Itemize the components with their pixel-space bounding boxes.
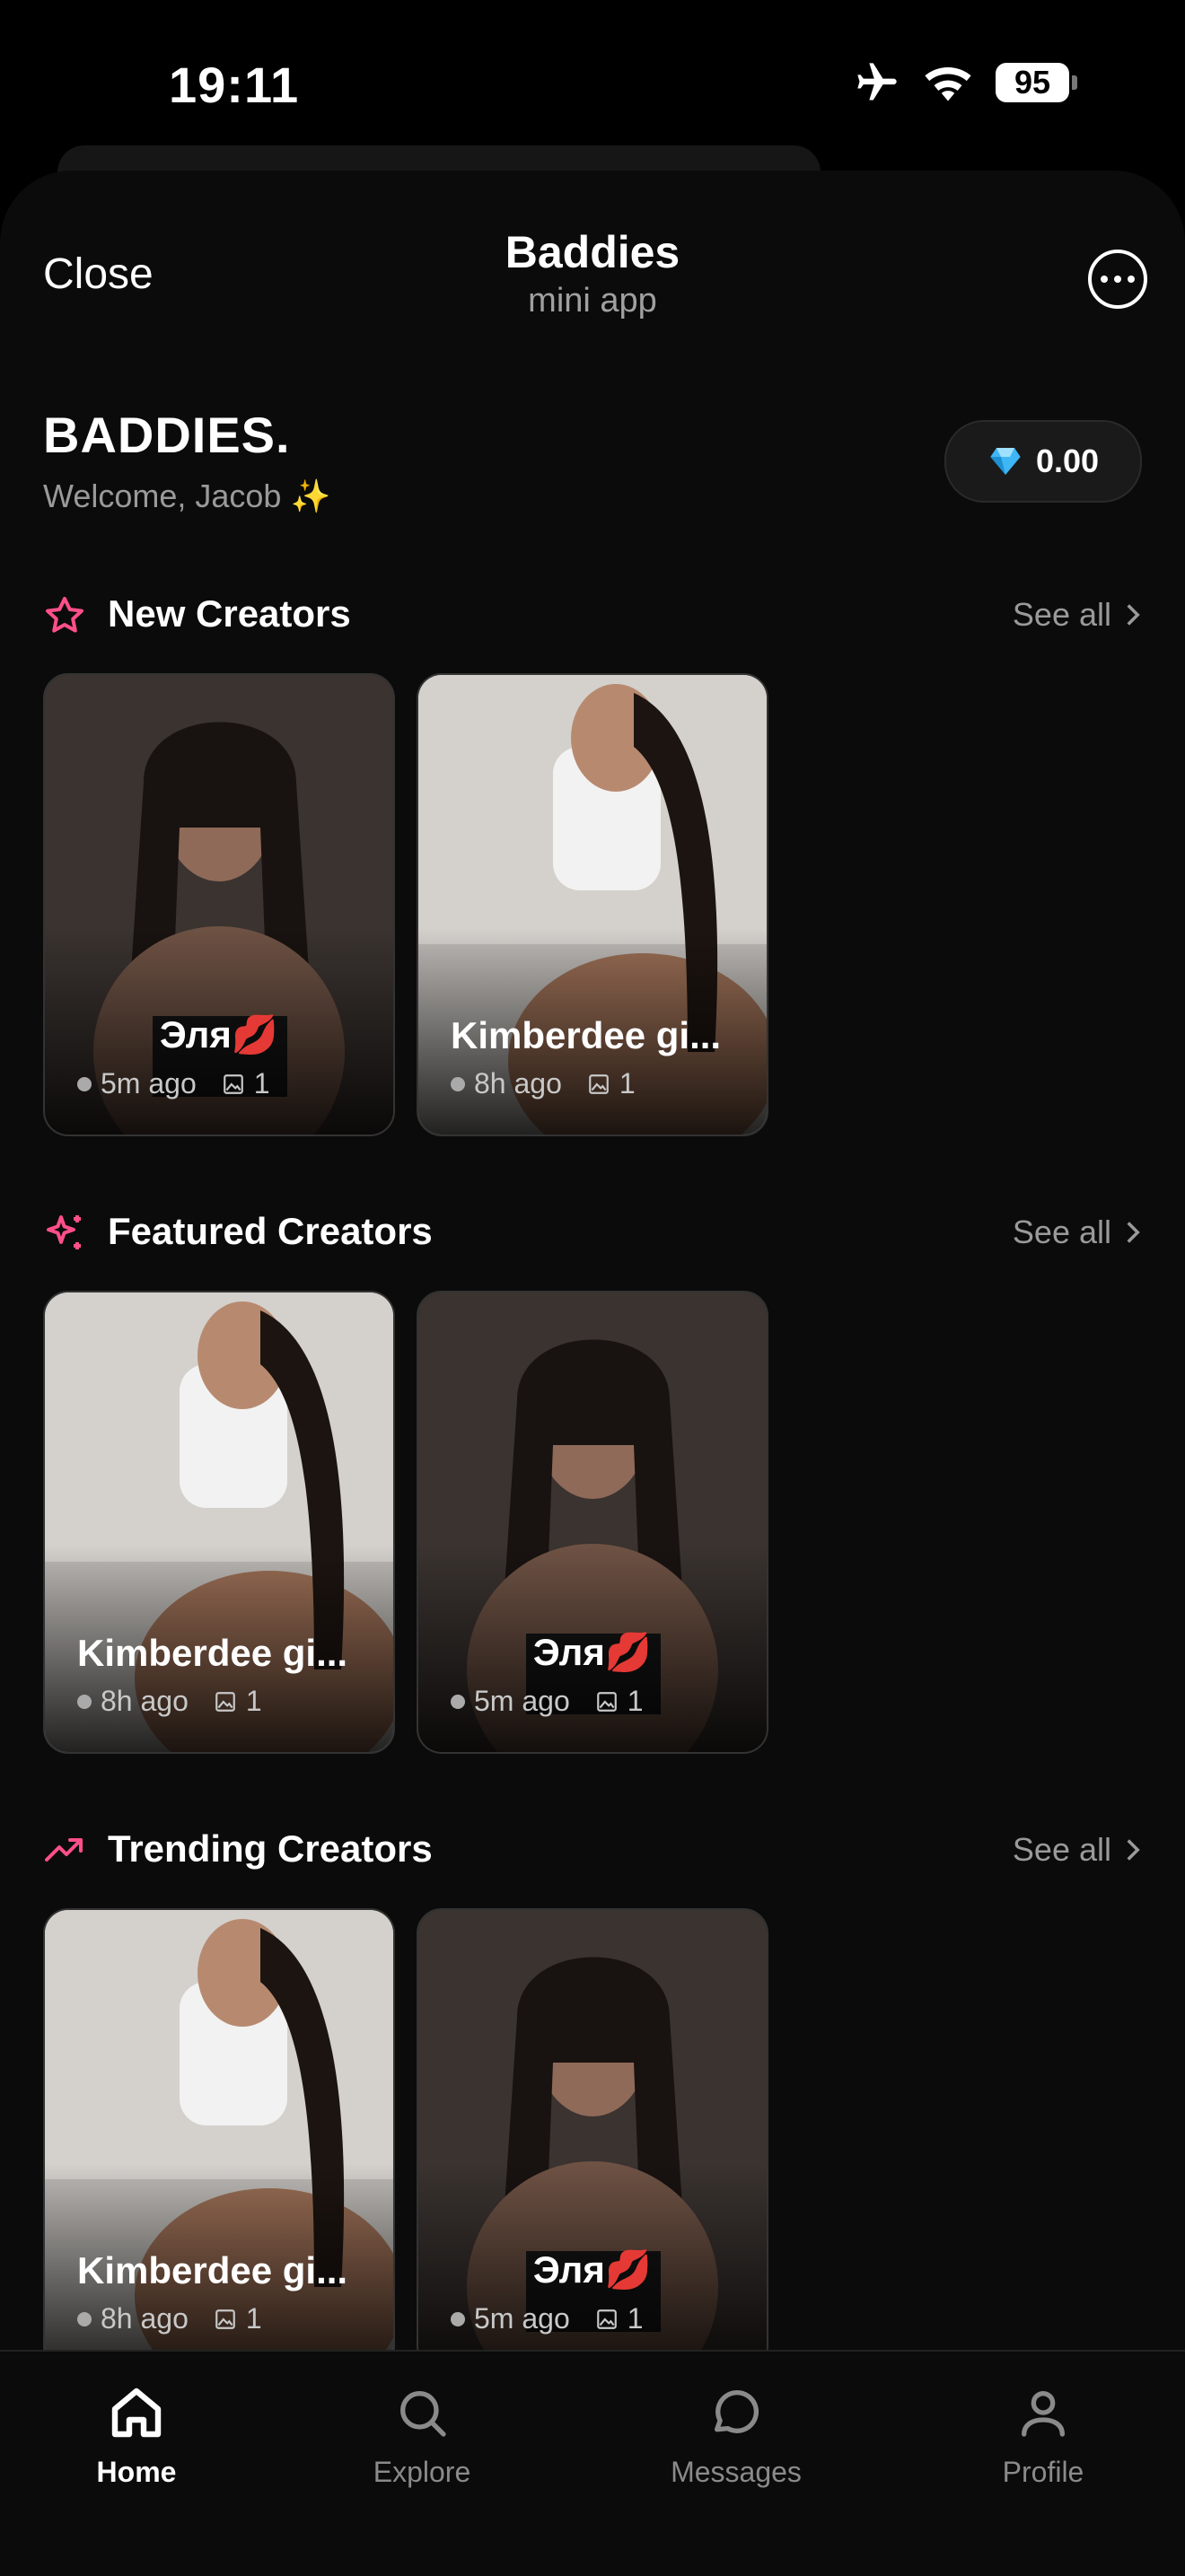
tab-home[interactable]: Home: [29, 2384, 244, 2489]
creator-name: Эля💋: [532, 1631, 653, 1673]
star-icon: [46, 597, 83, 633]
home-icon: [111, 2388, 162, 2438]
section-trending-creators: Trending Creators See all: [43, 1822, 1142, 1876]
tab-explore[interactable]: Explore: [314, 2384, 530, 2489]
status-time: 19:11: [169, 57, 300, 113]
creator-name: Kimberdee gi...: [77, 1632, 348, 1674]
tab-label: Messages: [671, 2456, 802, 2488]
battery-level: 95: [996, 63, 1069, 102]
section-featured-creators: Featured Creators See all: [43, 1205, 1142, 1258]
creator-card[interactable]: Эля💋 5m ago 1: [43, 673, 395, 1136]
trending-up-icon: [45, 1838, 83, 1862]
creator-card[interactable]: Kimberdee gi... 8h ago 1: [417, 673, 768, 1136]
media-count: 1: [627, 2302, 644, 2335]
app-title: Baddies: [505, 227, 680, 277]
creator-card[interactable]: Эля💋 5m ago 1: [417, 1291, 768, 1754]
image-icon: [223, 1073, 243, 1094]
last-active: 8h ago: [474, 1067, 562, 1100]
user-icon: [1022, 2391, 1065, 2437]
wifi-icon: [925, 66, 971, 101]
image-icon: [215, 2309, 235, 2329]
last-active: 8h ago: [101, 1685, 189, 1717]
creator-name: Kimberdee gi...: [77, 2249, 348, 2291]
app-subtitle: mini app: [528, 282, 657, 320]
online-dot: [77, 2311, 92, 2326]
tab-messages[interactable]: Messages: [628, 2384, 844, 2489]
section-title: Featured Creators: [108, 1210, 433, 1252]
tab-profile[interactable]: Profile: [935, 2384, 1151, 2489]
last-active: 5m ago: [474, 1685, 570, 1717]
airplane-icon: [857, 63, 897, 101]
diamond-icon: [990, 448, 1021, 475]
balance-pill[interactable]: 0.00: [944, 420, 1142, 503]
online-dot: [451, 2311, 465, 2326]
image-icon: [215, 1691, 235, 1712]
media-count: 1: [627, 1685, 644, 1717]
bottom-tab-bar: Home Explore Messages Profile: [0, 2350, 1185, 2576]
creator-card[interactable]: Kimberdee gi... 8h ago 1: [43, 1908, 395, 2371]
media-count: 1: [253, 1067, 270, 1100]
creator-meta: 8h ago 1: [77, 2302, 262, 2335]
balance-amount: 0.00: [1035, 442, 1100, 479]
image-icon: [596, 1691, 617, 1712]
more-icon: [1101, 276, 1108, 283]
image-icon: [596, 2309, 617, 2329]
creator-card[interactable]: Эля💋 5m ago 1: [417, 1908, 768, 2371]
brand-title: BADDIES.: [43, 407, 291, 463]
last-active: 8h ago: [101, 2302, 189, 2335]
see-all-link[interactable]: See all: [1013, 1831, 1142, 1869]
creator-name: Kimberdee gi...: [451, 1014, 722, 1056]
media-count: 1: [245, 2302, 262, 2335]
sparkles-icon: [47, 1215, 81, 1249]
mini-app-header: Close Baddies mini app: [0, 171, 1185, 323]
creator-name: Эля💋: [159, 1013, 279, 1056]
media-count: 1: [245, 1685, 262, 1717]
creator-name: Эля💋: [532, 2248, 653, 2291]
image-icon: [589, 1073, 609, 1094]
see-all-link[interactable]: See all: [1013, 1214, 1142, 1251]
online-dot: [451, 1694, 465, 1709]
creator-meta: 8h ago 1: [451, 1067, 636, 1100]
chevron-right-icon: [1127, 1222, 1140, 1243]
mini-app-sheet: Close Baddies mini app BADDIES. Welcome,…: [0, 171, 1185, 2574]
section-new-creators: New Creators See all: [43, 587, 1142, 641]
media-count: 1: [619, 1067, 636, 1100]
online-dot: [77, 1694, 92, 1709]
section-title: Trending Creators: [108, 1827, 433, 1870]
creator-meta: 5m ago 1: [77, 1067, 270, 1100]
creator-meta: 5m ago 1: [451, 1685, 644, 1718]
online-dot: [77, 1076, 92, 1091]
tab-label: Home: [96, 2456, 177, 2488]
chevron-right-icon: [1127, 604, 1140, 626]
search-icon: [400, 2391, 446, 2437]
tab-label: Profile: [1002, 2456, 1084, 2488]
welcome-text: Welcome, Jacob ✨: [43, 478, 331, 514]
status-icons: 95: [854, 59, 1077, 106]
creator-card[interactable]: Kimberdee gi... 8h ago 1: [43, 1291, 395, 1754]
chat-bubble-icon: [715, 2390, 759, 2433]
last-active: 5m ago: [101, 1067, 197, 1100]
section-title: New Creators: [108, 592, 351, 635]
battery-indicator: 95: [996, 63, 1077, 102]
see-all-link[interactable]: See all: [1013, 596, 1142, 634]
tab-label: Explore: [373, 2456, 471, 2488]
creator-meta: 8h ago 1: [77, 1685, 262, 1718]
chevron-right-icon: [1127, 1839, 1140, 1861]
last-active: 5m ago: [474, 2302, 570, 2335]
online-dot: [451, 1076, 465, 1091]
more-options-button[interactable]: [1088, 250, 1147, 309]
creator-meta: 5m ago 1: [451, 2302, 644, 2335]
